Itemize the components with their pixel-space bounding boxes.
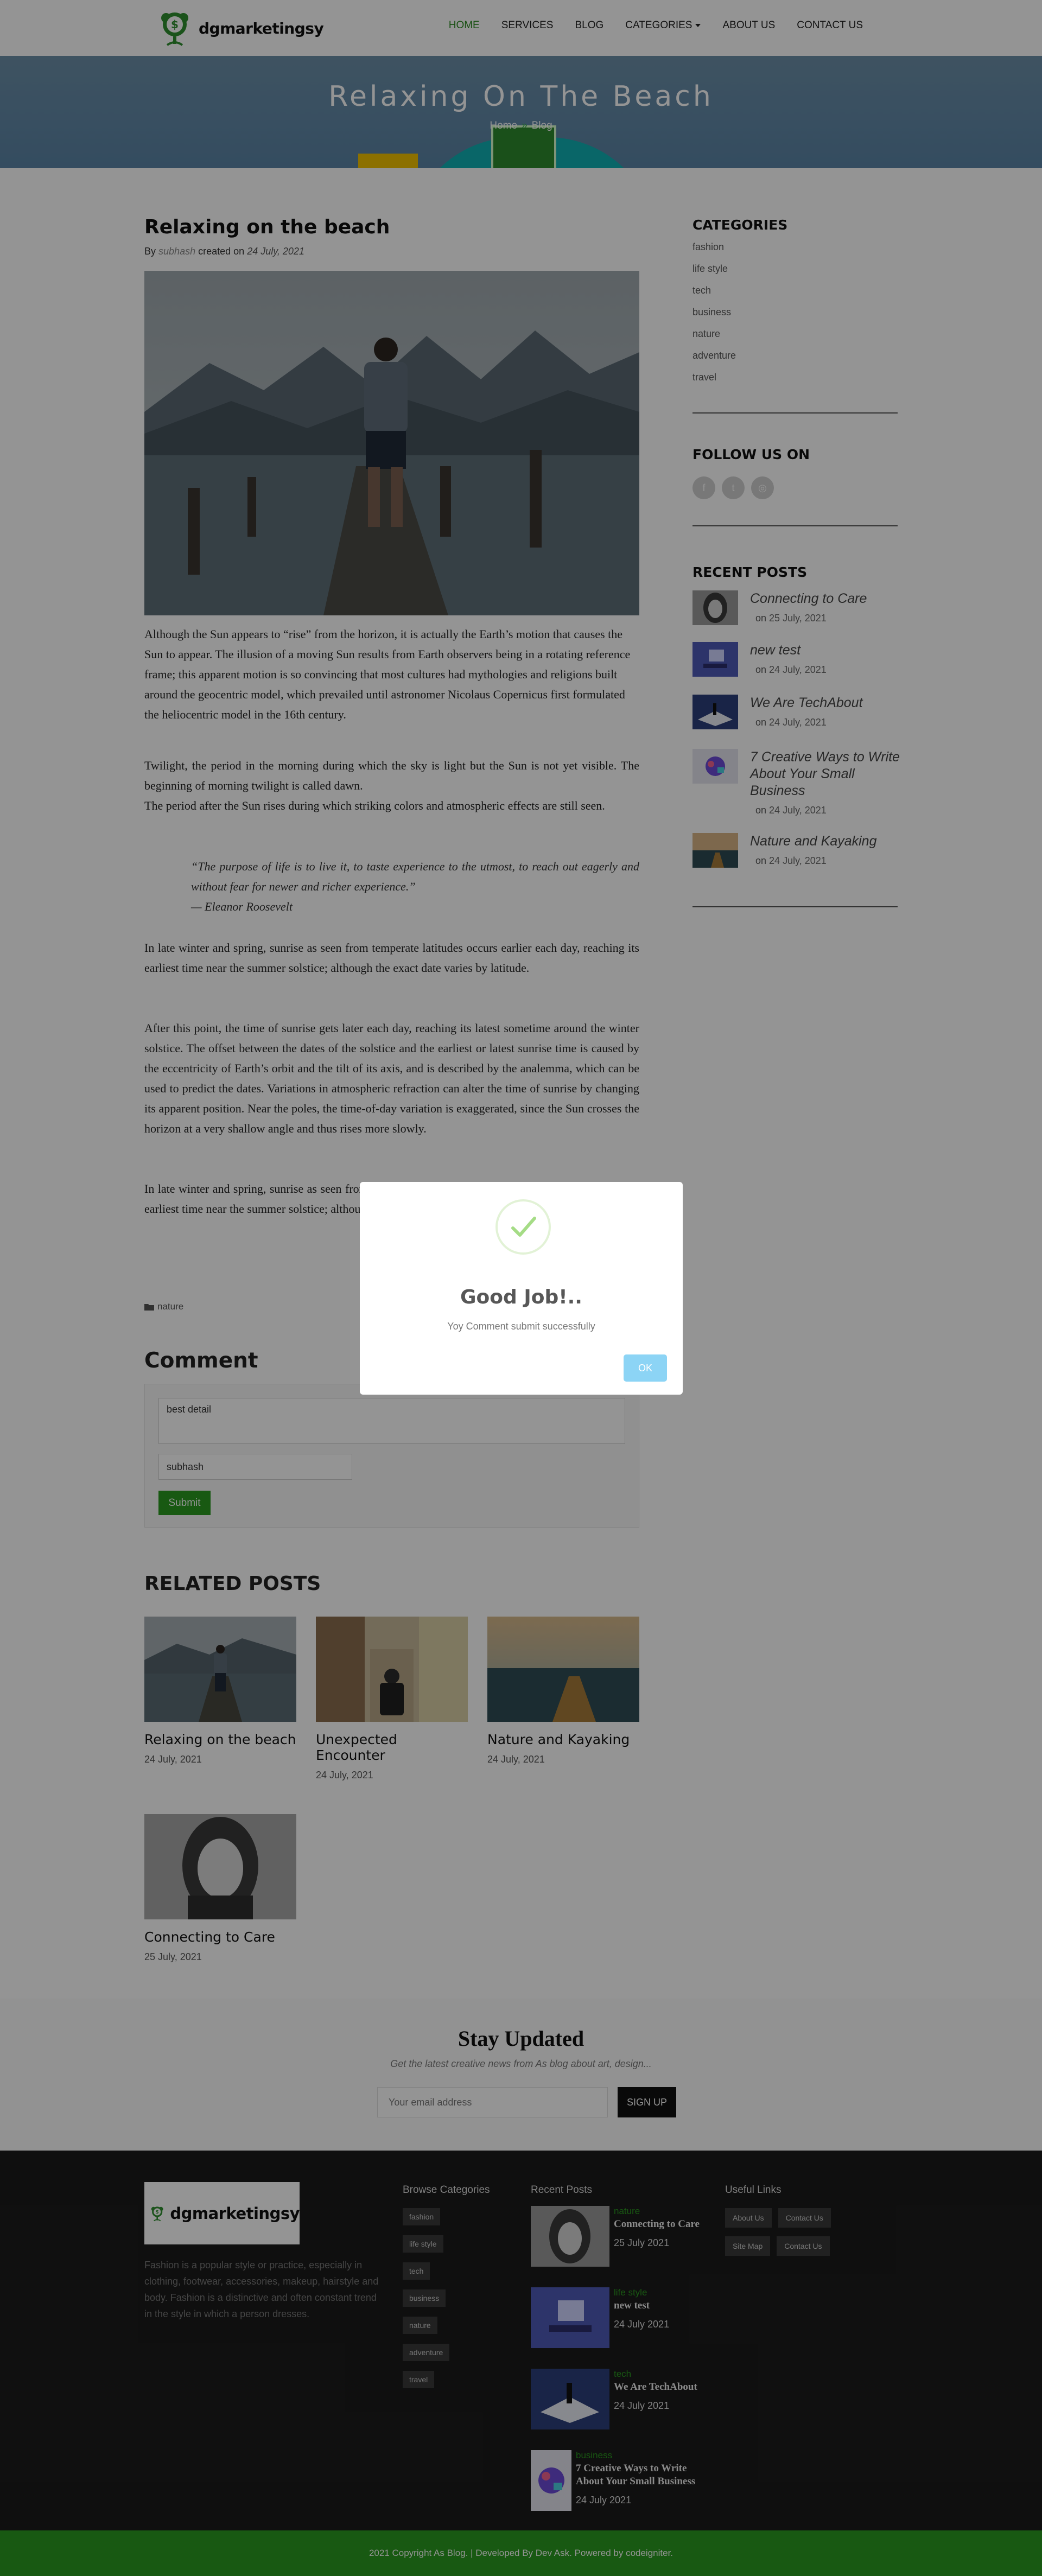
success-check-icon (495, 1199, 551, 1255)
success-dialog: Good Job!.. Yoy Comment submit successfu… (360, 1182, 683, 1395)
dialog-ok-button[interactable]: OK (624, 1354, 667, 1382)
dialog-title: Good Job!.. (460, 1286, 582, 1308)
dialog-message: Yoy Comment submit successfully (447, 1321, 595, 1332)
